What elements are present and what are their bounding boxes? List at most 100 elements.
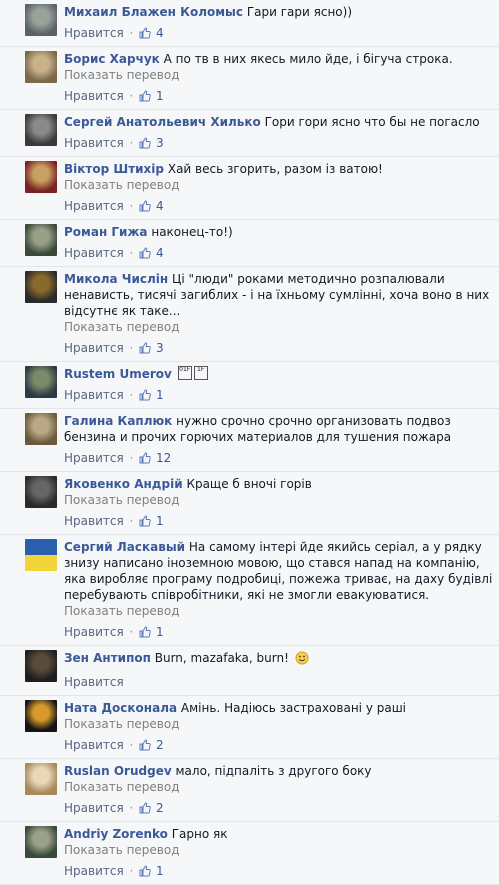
show-translation-link[interactable]: Показать перевод xyxy=(64,67,493,83)
avatar[interactable] xyxy=(25,826,57,858)
like-button[interactable]: Нравится xyxy=(64,136,124,150)
comment: Сергий Ласкавый На самому інтері йде яки… xyxy=(0,535,499,646)
comment-text: Краще б вночі горів xyxy=(186,477,312,491)
like-button[interactable]: Нравится xyxy=(64,514,124,528)
comment-actions: Нравится · 4 xyxy=(64,244,493,262)
like-button[interactable]: Нравится xyxy=(64,625,124,639)
comment-author-link[interactable]: Rustem Umerov xyxy=(64,367,172,381)
comment-author-link[interactable]: Роман Гижа xyxy=(64,225,148,239)
like-count[interactable]: 1 xyxy=(156,864,164,878)
avatar[interactable] xyxy=(25,366,57,398)
avatar[interactable] xyxy=(25,114,57,146)
avatar[interactable] xyxy=(25,161,57,193)
comment-author-link[interactable]: Сергей Анатольевич Хилько xyxy=(64,115,261,129)
like-button[interactable]: Нравится xyxy=(64,675,124,689)
comment-body: Борис Харчук А по тв в них якесь мило йд… xyxy=(64,51,493,67)
like-count[interactable]: 1 xyxy=(156,625,164,639)
avatar[interactable] xyxy=(25,763,57,795)
thumbs-up-icon xyxy=(139,514,151,532)
like-count[interactable]: 2 xyxy=(156,738,164,752)
comment-text: наконец-то!) xyxy=(151,225,233,239)
comment: Rustem Umerov 01F 1F Нравится · 1 xyxy=(0,362,499,409)
comment-actions: Нравится · 3 xyxy=(64,134,493,152)
like-button[interactable]: Нравится xyxy=(64,89,124,103)
show-translation-link[interactable]: Показать перевод xyxy=(64,177,493,193)
comment-author-link[interactable]: Ruslan Orudgev xyxy=(64,764,172,778)
comment-text: Хай весь згорить, разом із ватою! xyxy=(167,162,383,176)
like-count[interactable]: 1 xyxy=(156,89,164,103)
thumbs-up-icon xyxy=(139,341,151,359)
like-button[interactable]: Нравится xyxy=(64,738,124,752)
comment-author-link[interactable]: Віктор Штихір xyxy=(64,162,164,176)
like-count[interactable]: 3 xyxy=(156,341,164,355)
comment-author-link[interactable]: Галина Каплюк xyxy=(64,414,172,428)
like-count[interactable]: 1 xyxy=(156,514,164,528)
comment-author-link[interactable]: Борис Харчук xyxy=(64,52,160,66)
separator: · xyxy=(129,199,134,213)
show-translation-link[interactable]: Показать перевод xyxy=(64,779,493,795)
like-button[interactable]: Нравится xyxy=(64,199,124,213)
like-button[interactable]: Нравится xyxy=(64,801,124,815)
comment-author-link[interactable]: Микола Числін xyxy=(64,272,168,286)
comment-body: Галина Каплюк нужно срочно срочно органи… xyxy=(64,413,493,445)
comment-author-link[interactable]: Михаил Блажен Коломыс xyxy=(64,5,243,19)
comment-author-link[interactable]: Ната Досконала xyxy=(64,701,177,715)
comment-body: Сергей Анатольевич Хилько Гори гори ясно… xyxy=(64,114,493,130)
comment-author-link[interactable]: Andriy Zorenko xyxy=(64,827,168,841)
like-count[interactable]: 1 xyxy=(156,388,164,402)
thumbs-up-icon xyxy=(139,136,151,154)
comment-body: Роман Гижа наконец-то!) xyxy=(64,224,493,240)
comment-body: Микола Числін Ці "люди" роками методично… xyxy=(64,271,493,319)
comment-text: Гори гори ясно что бы не погасло xyxy=(264,115,480,129)
like-count[interactable]: 2 xyxy=(156,801,164,815)
show-translation-link[interactable]: Показать перевод xyxy=(64,716,493,732)
comment-actions: Нравится · 2 xyxy=(64,736,493,754)
show-translation-link[interactable]: Показать перевод xyxy=(64,603,493,619)
separator: · xyxy=(129,514,134,528)
comment-text: Burn, mazafaka, burn! xyxy=(154,651,289,665)
show-translation-link[interactable]: Показать перевод xyxy=(64,492,493,508)
comment-actions: Нравится · 1 xyxy=(64,512,493,530)
comment-actions: Нравится xyxy=(64,673,493,691)
show-translation-link[interactable]: Показать перевод xyxy=(64,842,493,858)
like-button[interactable]: Нравится xyxy=(64,864,124,878)
avatar[interactable] xyxy=(25,476,57,508)
avatar[interactable] xyxy=(25,539,57,571)
show-translation-link[interactable]: Показать перевод xyxy=(64,319,493,335)
comment: Ната Досконала Амінь. Надіюсь застрахова… xyxy=(0,696,499,759)
avatar[interactable] xyxy=(25,700,57,732)
comment-actions: Нравится · 1 xyxy=(64,87,493,105)
avatar[interactable] xyxy=(25,224,57,256)
thumbs-up-icon xyxy=(139,801,151,819)
avatar[interactable] xyxy=(25,650,57,682)
comment-actions: Нравится · 12 xyxy=(64,449,493,467)
avatar[interactable] xyxy=(25,51,57,83)
comment-author-link[interactable]: Сергий Ласкавый xyxy=(64,540,185,554)
comment-author-link[interactable]: Яковенко Андрій xyxy=(64,477,183,491)
like-count[interactable]: 12 xyxy=(156,451,171,465)
thumbs-up-icon xyxy=(139,738,151,756)
comment-actions: Нравится · 1 xyxy=(64,862,493,880)
like-button[interactable]: Нравится xyxy=(64,341,124,355)
thumbs-up-icon xyxy=(139,89,151,107)
comment-body: Михаил Блажен Коломыс Гари гари ясно)) xyxy=(64,4,493,20)
separator: · xyxy=(129,451,134,465)
like-button[interactable]: Нравится xyxy=(64,451,124,465)
like-button[interactable]: Нравится xyxy=(64,246,124,260)
like-button[interactable]: Нравится xyxy=(64,388,124,402)
like-count[interactable]: 4 xyxy=(156,246,164,260)
comment-actions: Нравится · 4 xyxy=(64,197,493,215)
comment: Сергей Анатольевич Хилько Гори гори ясно… xyxy=(0,110,499,157)
avatar[interactable] xyxy=(25,4,57,36)
comment-text: А по тв в них якесь мило йде, і бігуча с… xyxy=(163,52,453,66)
like-button[interactable]: Нравится xyxy=(64,26,124,40)
avatar[interactable] xyxy=(25,413,57,445)
thumbs-up-icon xyxy=(139,625,151,643)
like-count[interactable]: 4 xyxy=(156,26,164,40)
thumbs-up-icon xyxy=(139,864,151,882)
like-count[interactable]: 3 xyxy=(156,136,164,150)
comment: Борис Харчук А по тв в них якесь мило йд… xyxy=(0,47,499,110)
avatar[interactable] xyxy=(25,271,57,303)
comment-author-link[interactable]: Зен Антипоп xyxy=(64,651,151,665)
like-count[interactable]: 4 xyxy=(156,199,164,213)
